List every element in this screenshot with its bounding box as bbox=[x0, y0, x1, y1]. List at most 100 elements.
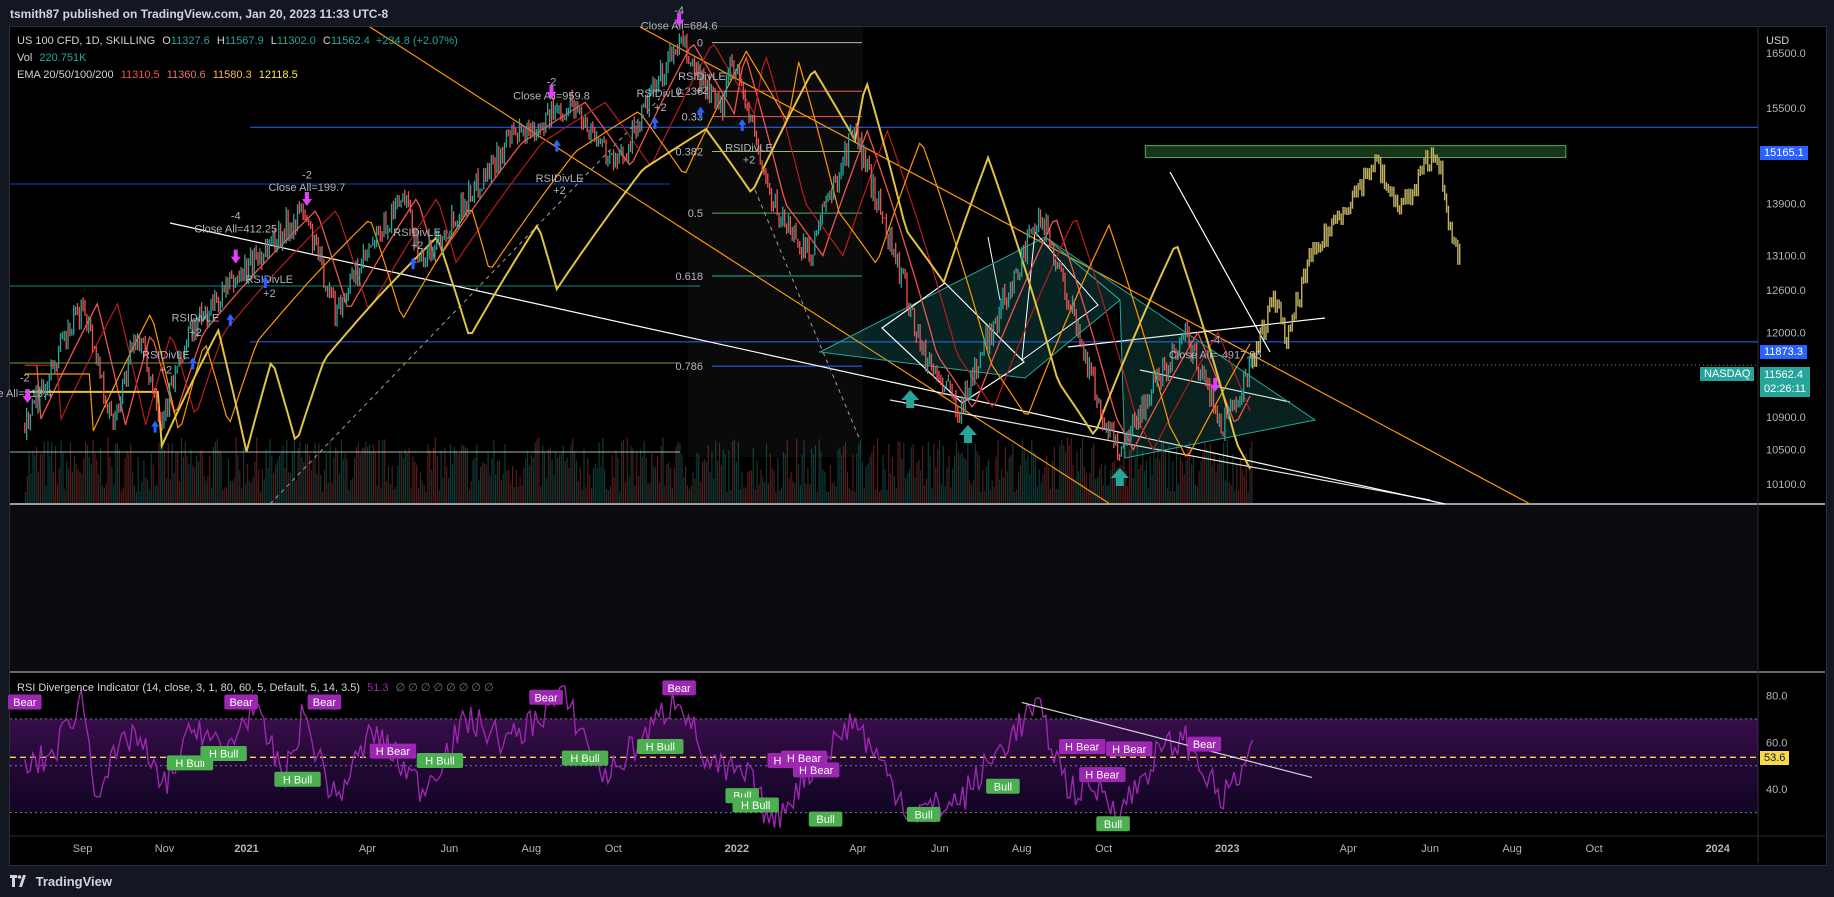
volume-bar bbox=[1049, 489, 1052, 504]
volume-bar bbox=[395, 486, 397, 504]
volume-bar bbox=[871, 452, 873, 504]
volume-bar bbox=[935, 467, 937, 504]
volume-bar bbox=[410, 488, 412, 504]
volume-bar bbox=[1183, 474, 1185, 504]
volume-bar bbox=[173, 472, 175, 504]
volume-bar bbox=[446, 466, 448, 504]
volume-bar bbox=[1238, 489, 1240, 504]
price-axis-tick: 13900.0 bbox=[1766, 199, 1806, 211]
volume-bar bbox=[66, 461, 68, 504]
volume-bar bbox=[295, 480, 297, 504]
volume-bar bbox=[634, 485, 636, 504]
volume-bar bbox=[805, 483, 807, 504]
time-axis-tick: Jun bbox=[1421, 843, 1439, 855]
ema-label[interactable]: EMA 20/50/100/200 bbox=[17, 69, 114, 81]
nasdaq-tag[interactable]: NASDAQ bbox=[1700, 367, 1755, 381]
open-label: O bbox=[162, 35, 171, 47]
volume-bar bbox=[685, 466, 687, 504]
volume-bar bbox=[98, 473, 100, 504]
last-price-tag[interactable]: 11562.4 02:26:11 bbox=[1760, 367, 1811, 397]
volume-bar bbox=[239, 470, 241, 504]
volume-bar bbox=[412, 456, 414, 504]
price-axis-tick: 16500.0 bbox=[1766, 48, 1806, 60]
volume-bar bbox=[907, 472, 909, 504]
volume-bar bbox=[581, 489, 583, 504]
volume-bar bbox=[1087, 490, 1089, 504]
volume-label[interactable]: Vol bbox=[17, 52, 32, 64]
rsi-title[interactable]: RSI Divergence Indicator (14, close, 3, … bbox=[17, 682, 360, 694]
tradingview-logo[interactable]: TradingView bbox=[10, 874, 112, 889]
volume-bar bbox=[1191, 464, 1193, 504]
price-tag-15165[interactable]: 15165.1 bbox=[1760, 146, 1808, 160]
volume-bar bbox=[229, 481, 231, 504]
volume-bar bbox=[233, 478, 235, 504]
volume-bar bbox=[566, 457, 568, 504]
volume-bar bbox=[1239, 459, 1242, 504]
volume-bar bbox=[824, 472, 826, 504]
volume-bar bbox=[602, 438, 604, 504]
volume-bar bbox=[711, 451, 713, 504]
volume-bar bbox=[1065, 451, 1067, 504]
volume-bar bbox=[273, 472, 275, 504]
close-label: C bbox=[322, 35, 331, 47]
volume-bar bbox=[1098, 468, 1100, 504]
volume-bar bbox=[323, 470, 326, 504]
volume-bar bbox=[912, 443, 914, 504]
volume-bar bbox=[549, 447, 551, 504]
volume-bar bbox=[653, 466, 655, 504]
volume-bar bbox=[540, 486, 542, 504]
volume-bar bbox=[530, 454, 532, 504]
volume-bar bbox=[984, 490, 986, 504]
volume-bar bbox=[720, 465, 722, 504]
volume-bar bbox=[660, 445, 662, 504]
volume-bar bbox=[421, 481, 423, 504]
volume-bar bbox=[68, 468, 70, 504]
volume-bar bbox=[937, 449, 939, 504]
price-tag-11873[interactable]: 11873.3 bbox=[1760, 345, 1807, 359]
volume-bar bbox=[1215, 472, 1217, 504]
volume-bar bbox=[942, 445, 944, 504]
volume-bar bbox=[354, 457, 356, 504]
volume-bar bbox=[491, 458, 493, 504]
volume-bar bbox=[574, 451, 576, 504]
volume-bar bbox=[749, 470, 751, 504]
volume-bar bbox=[401, 453, 403, 504]
volume-bar bbox=[147, 480, 149, 504]
volume-bar bbox=[658, 482, 660, 504]
volume-bar bbox=[577, 481, 579, 504]
volume-bar bbox=[1012, 443, 1014, 504]
volume-bar bbox=[1010, 455, 1012, 504]
volume-bar bbox=[609, 485, 611, 504]
price-chart[interactable]: 00.2360.330.3820.50.6180.786 -2e All=313… bbox=[0, 0, 1834, 897]
rsi-legend: RSI Divergence Indicator (14, close, 3, … bbox=[17, 681, 494, 694]
rsi-level-tag[interactable]: 53.6 bbox=[1760, 751, 1790, 765]
volume-bar bbox=[167, 443, 169, 504]
volume-bar bbox=[235, 437, 237, 504]
volume-bar bbox=[717, 460, 719, 504]
volume-bar bbox=[1138, 468, 1140, 504]
volume-bar bbox=[1036, 486, 1038, 504]
volume-bar bbox=[1112, 462, 1114, 504]
strategy-label: +2 bbox=[160, 365, 173, 377]
volume-bar bbox=[132, 471, 134, 504]
volume-bar bbox=[756, 460, 758, 504]
divergence-label-text: Bull bbox=[816, 814, 834, 826]
volume-bar bbox=[60, 440, 62, 504]
volume-bar bbox=[75, 463, 77, 504]
symbol-label[interactable]: US 100 CFD, 1D, SKILLING bbox=[17, 35, 155, 47]
divergence-label-text: Bear bbox=[1193, 739, 1217, 751]
time-axis-tick: Apr bbox=[849, 843, 866, 855]
volume-bar bbox=[780, 487, 783, 504]
volume-bar bbox=[203, 475, 205, 504]
volume-bar bbox=[495, 474, 497, 504]
volume-bar bbox=[611, 455, 613, 504]
volume-bar bbox=[365, 441, 367, 504]
volume-bar bbox=[852, 454, 854, 504]
volume-bar bbox=[762, 476, 764, 504]
volume-bar bbox=[165, 478, 168, 504]
strategy-label: RSIDivLE bbox=[536, 173, 584, 185]
volume-bar bbox=[880, 489, 882, 504]
volume-bar bbox=[111, 466, 113, 504]
strategy-label: +2 bbox=[696, 85, 709, 97]
volume-bar bbox=[613, 477, 615, 504]
